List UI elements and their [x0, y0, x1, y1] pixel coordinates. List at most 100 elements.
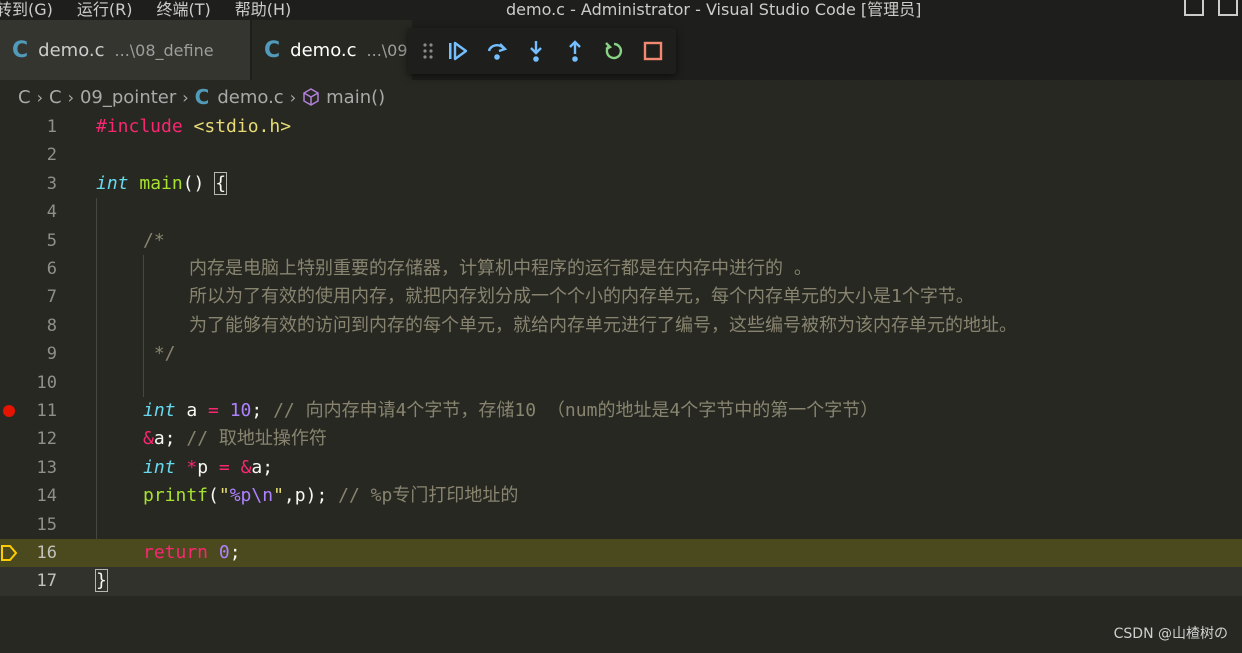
line-number: 4	[46, 202, 57, 223]
code-line[interactable]: 15	[0, 511, 1242, 539]
format-specifier: %p\n	[229, 485, 274, 507]
code-line[interactable]: 13 int *p = &a;	[0, 454, 1242, 482]
number-literal: 0	[208, 542, 230, 563]
breadcrumb: C › C › 09_pointer › C demo.c › main()	[18, 84, 385, 110]
step-into-button[interactable]	[516, 31, 555, 71]
line-number: 9	[46, 344, 57, 365]
code-line[interactable]: 17 }	[0, 567, 1242, 596]
matched-brace: {	[214, 171, 228, 195]
line-number: 2	[46, 145, 57, 166]
code-line[interactable]: 1 #include <stdio.h>	[0, 113, 1242, 141]
comment: 所以为了有效的使用内存，就把内存划分成一个个小的内存单元，每个内存单元的大小是1…	[189, 286, 974, 308]
c-file-icon: C	[12, 37, 29, 63]
restart-button[interactable]	[594, 31, 633, 71]
chevron-right-icon: ›	[289, 87, 297, 107]
identifier: a;	[153, 428, 176, 450]
breadcrumb-item[interactable]: C	[49, 87, 62, 108]
toggle-panel-icon[interactable]	[1218, 0, 1238, 16]
breadcrumb-item[interactable]: 09_pointer	[80, 87, 176, 108]
type-keyword: int	[96, 172, 129, 194]
return-keyword: return	[143, 542, 209, 563]
tab-demo-c-08-define[interactable]: C demo.c ...\08_define	[0, 20, 250, 80]
operator: &	[229, 456, 252, 478]
code-line[interactable]: 9 */	[0, 340, 1242, 368]
operator: =	[218, 456, 230, 478]
preprocessor-directive: #include	[96, 116, 183, 137]
type-keyword: int	[143, 456, 176, 478]
code-line[interactable]: 12 &a; // 取地址操作符	[0, 425, 1242, 453]
code-line[interactable]: 7 所以为了有效的使用内存，就把内存划分成一个个小的内存单元，每个内存单元的大小…	[0, 283, 1242, 311]
punctuation: ;	[229, 542, 241, 563]
step-over-button[interactable]	[477, 31, 516, 71]
identifier: ,p	[283, 485, 306, 507]
function-name: printf	[143, 485, 209, 507]
current-execution-line[interactable]: 16 return 0;	[0, 539, 1242, 568]
chevron-right-icon: ›	[36, 87, 43, 107]
step-over-icon	[487, 43, 507, 60]
line-number: 10	[36, 372, 57, 393]
tab-path: ...\09	[366, 40, 408, 60]
code-line[interactable]: 4	[0, 198, 1242, 226]
line-number: 7	[46, 287, 57, 308]
line-number: 1	[46, 117, 57, 137]
line-number: 3	[46, 173, 57, 194]
code-editor[interactable]: 1 #include <stdio.h> 2 3 int main() { 4 …	[0, 113, 1242, 653]
code-line[interactable]: 8 为了能够有效的访问到内存的每个单元，就给内存单元进行了编号，这些编号被称为该…	[0, 312, 1242, 340]
string-quote: "	[273, 485, 284, 507]
menu-item-help[interactable]: 帮助(H)	[235, 0, 292, 20]
c-file-icon: C	[194, 85, 210, 109]
menu-item-run[interactable]: 运行(R)	[77, 0, 133, 20]
line-number: 11	[36, 401, 57, 421]
continue-icon	[448, 41, 467, 61]
title-bar: 转到(G) 运行(R) 终端(T) 帮助(H) demo.c - Adminis…	[0, 0, 1242, 20]
step-out-icon	[568, 40, 581, 62]
code-line[interactable]: 11 int a = 10; // 向内存申请4个字节，存储10 （num的地址…	[0, 397, 1242, 425]
drag-handle-icon[interactable]	[418, 31, 438, 71]
toggle-sidebar-icon[interactable]	[1184, 0, 1204, 16]
tab-demo-c-09[interactable]: C demo.c ...\09	[252, 20, 412, 80]
breadcrumb-item[interactable]: C	[18, 87, 31, 108]
stop-button[interactable]	[633, 31, 672, 71]
line-number: 14	[36, 486, 57, 507]
code-line[interactable]: 5 /*	[0, 227, 1242, 255]
line-number: 6	[46, 259, 57, 279]
code-line[interactable]: 14 printf("%p\n",p); // %p专门打印地址的	[0, 482, 1242, 510]
step-out-button[interactable]	[555, 31, 594, 71]
debug-toolbar	[408, 28, 676, 74]
menu-item-terminal[interactable]: 终端(T)	[157, 0, 211, 20]
comment: /*	[143, 229, 165, 251]
punctuation: (	[208, 485, 219, 507]
line-number: 12	[36, 429, 57, 450]
tab-label: demo.c	[38, 39, 105, 61]
code-line[interactable]: 6 内存是电脑上特别重要的存储器，计算机中程序的运行都是在内存中进行的 。	[0, 255, 1242, 283]
code-line[interactable]: 3 int main() {	[0, 170, 1242, 198]
matched-brace: }	[95, 569, 108, 593]
comment: 内存是电脑上特别重要的存储器，计算机中程序的运行都是在内存中进行的 。	[189, 258, 812, 279]
function-name: main	[128, 172, 183, 194]
comment: */	[143, 343, 176, 365]
window-title: demo.c - Administrator - Visual Studio C…	[506, 0, 922, 19]
number-literal: 10	[218, 400, 252, 421]
line-number: 13	[36, 457, 57, 478]
continue-button[interactable]	[438, 31, 477, 71]
comment: // %p专门打印地址的	[327, 485, 519, 507]
comment: // 取地址操作符	[175, 428, 327, 450]
line-number: 17	[36, 571, 57, 592]
tab-label: demo.c	[290, 39, 357, 61]
code-line[interactable]: 2	[0, 141, 1242, 169]
operator: &	[143, 428, 154, 450]
type-keyword: int	[143, 400, 176, 421]
method-cube-icon	[302, 88, 320, 106]
breadcrumb-item[interactable]: main()	[326, 87, 385, 108]
identifier: a;	[251, 456, 274, 478]
line-number: 8	[46, 315, 57, 336]
chevron-right-icon: ›	[182, 87, 189, 107]
code-line[interactable]: 10	[0, 369, 1242, 397]
c-file-icon: C	[264, 37, 281, 63]
stop-icon	[643, 41, 662, 61]
menu-item-goto[interactable]: 转到(G)	[0, 0, 53, 20]
line-number: 5	[46, 230, 57, 251]
breadcrumb-item[interactable]: demo.c	[217, 87, 283, 108]
step-into-icon	[529, 41, 542, 62]
chevron-right-icon: ›	[67, 87, 74, 107]
